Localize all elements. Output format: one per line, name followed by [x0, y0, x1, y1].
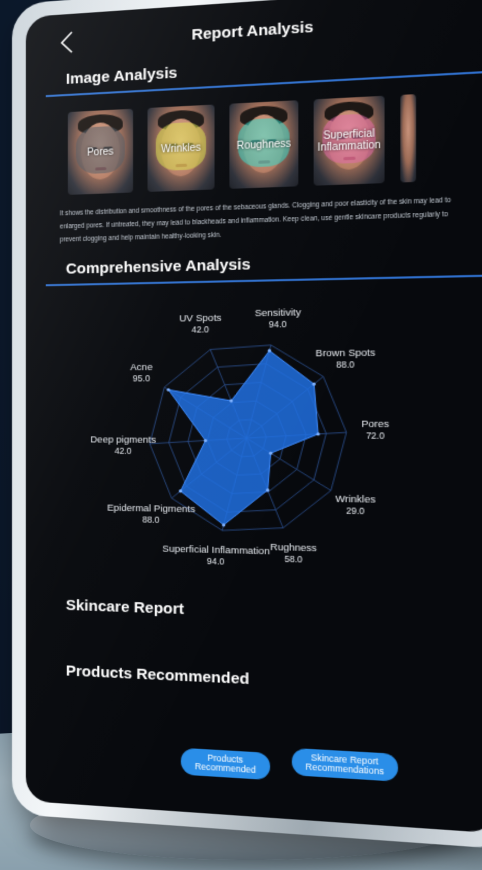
- analysis-image-pores[interactable]: Pores: [67, 108, 134, 195]
- analysis-image-roughness[interactable]: Roughness: [229, 100, 299, 189]
- radar-axis-value: 72.0: [365, 430, 385, 442]
- analysis-image-next-partial[interactable]: [400, 94, 417, 183]
- radar-point-acne: [166, 388, 171, 392]
- device-screen: Report Analysis Image Analysis Pores Wri…: [25, 0, 482, 834]
- radar-label-deep-pigments: Deep pigments 42.0: [90, 434, 156, 457]
- radar-label-rughness: Rughness 58.0: [270, 541, 317, 565]
- radar-axis-name: Epidermal Pigments: [107, 502, 196, 516]
- radar-axis-value: 42.0: [191, 324, 209, 336]
- radar-label-pores: Pores 72.0: [361, 419, 389, 443]
- radar-axis-value: 58.0: [284, 553, 303, 565]
- radar-point-brown-spots: [312, 382, 316, 386]
- radar-point-uv-spots: [229, 399, 233, 403]
- radar-axis-name: Deep pigments: [90, 433, 156, 446]
- page-title: Report Analysis: [191, 17, 314, 44]
- radar-axis-value: 42.0: [114, 445, 132, 456]
- radar-axis-value: 88.0: [142, 514, 160, 526]
- radar-axis-name: Pores: [361, 419, 390, 431]
- products-recommended-button[interactable]: Products Recommended: [180, 747, 271, 781]
- radar-point-wrinkles: [269, 451, 273, 455]
- radar-axis-value: 94.0: [268, 318, 287, 330]
- radar-axis-name: Brown Spots: [315, 346, 376, 360]
- radar-label-wrinkles: Wrinkles 29.0: [335, 494, 375, 518]
- radar-label-acne: Acne 95.0: [130, 362, 152, 385]
- radar-axis-name: UV Spots: [179, 312, 222, 325]
- radar-label-uv-spots: UV Spots 42.0: [179, 313, 221, 336]
- radar-point-sensitivity: [267, 348, 272, 353]
- radar-axis-value: 88.0: [336, 358, 355, 370]
- radar-axis-name: Rughness: [270, 541, 317, 555]
- chevron-left-icon: [60, 31, 72, 53]
- radar-label-sensitivity: Sensitivity 94.0: [255, 307, 301, 331]
- radar-axis-name: Acne: [130, 361, 153, 374]
- radar-point-deep-pigments: [203, 438, 208, 443]
- radar-chart-container: Sensitivity 94.0 Brown Spots 88.0 Pores 72.0 W…: [26, 287, 482, 602]
- analysis-image-superficial-inflammation[interactable]: Superficial Inflammation: [313, 95, 385, 186]
- radar-axis-value: 29.0: [346, 505, 365, 517]
- analysis-image-strip: Pores Wrinkles Roughness Superficial Inf…: [26, 83, 482, 196]
- radar-axis-name: Sensitivity: [254, 306, 302, 319]
- radar-point-pores: [316, 432, 320, 436]
- analysis-image-label: Superficial Inflammation: [317, 128, 381, 154]
- skin-analyzer-device: Report Analysis Image Analysis Pores Wri…: [12, 0, 482, 850]
- radar-label-superficial-inflammation: Superficial Inflammation 94.0: [162, 544, 269, 569]
- analysis-image-wrinkles[interactable]: Wrinkles: [147, 104, 215, 192]
- radar-label-brown-spots: Brown Spots 88.0: [316, 347, 376, 371]
- radar-axis-value: 95.0: [132, 373, 150, 384]
- radar-data-area: [168, 350, 318, 527]
- skincare-report-recommendations-button[interactable]: Skincare Report Recommendations: [291, 747, 399, 782]
- radar-label-epidermal-pigments: Epidermal Pigments 88.0: [107, 503, 195, 527]
- back-button[interactable]: [56, 28, 78, 58]
- radar-axis-name: Wrinkles: [335, 493, 376, 506]
